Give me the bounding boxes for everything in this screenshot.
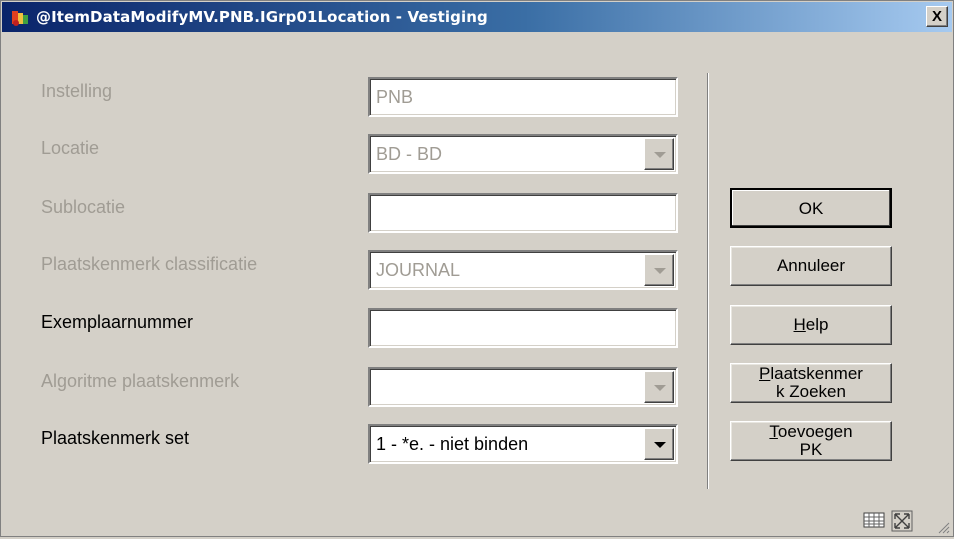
help-mnemonic: H xyxy=(793,315,806,334)
library-app-icon xyxy=(10,8,30,28)
chevron-down-icon[interactable] xyxy=(644,428,674,460)
ok-button[interactable]: OK xyxy=(730,188,892,228)
label-plaatskenmerk-classificatie: Plaatskenmerk classificatie xyxy=(41,254,258,274)
instelling-value: PNB xyxy=(376,87,414,107)
dialog-window: @ItemDataModifyMV.PNB.IGrp01Location - V… xyxy=(0,0,954,537)
plaatskenmerk-set-value: 1 - *e. - niet binden xyxy=(376,434,529,454)
close-button[interactable]: X xyxy=(926,6,948,27)
plaatskenmerk-set-dropdown[interactable]: 1 - *e. - niet binden xyxy=(368,424,678,464)
find-location-mark-button[interactable]: Plaatskenmer k Zoeken xyxy=(730,363,892,403)
add-mnemonic: T xyxy=(769,422,778,441)
find-line1-rest: laatskenmer xyxy=(770,364,863,383)
find-button-line1: Plaatskenmer xyxy=(731,365,891,383)
locatie-value: BD - BD xyxy=(376,144,443,164)
add-line1-rest: oevoegen xyxy=(777,422,853,441)
label-instelling: Instelling xyxy=(41,81,113,101)
keyboard-grid-icon[interactable] xyxy=(863,510,885,530)
help-label-rest: elp xyxy=(805,315,829,334)
label-sublocatie: Sublocatie xyxy=(41,197,126,217)
algoritme-plaatskenmerk-dropdown xyxy=(368,367,678,407)
locatie-dropdown: BD - BD xyxy=(368,134,678,174)
label-locatie: Locatie xyxy=(41,138,100,158)
chevron-down-icon xyxy=(644,371,674,403)
add-pk-button[interactable]: Toevoegen PK xyxy=(730,421,892,461)
sublocatie-field xyxy=(368,193,678,233)
title-bar[interactable]: @ItemDataModifyMV.PNB.IGrp01Location - V… xyxy=(2,2,952,32)
chevron-down-icon xyxy=(644,138,674,170)
plaatskenmerk-classificatie-value: JOURNAL xyxy=(376,260,461,280)
label-plaatskenmerk-set: Plaatskenmerk set xyxy=(41,428,190,448)
find-mnemonic: P xyxy=(759,364,771,383)
find-button-line2: k Zoeken xyxy=(776,382,846,401)
chevron-down-icon xyxy=(644,254,674,286)
exemplaarnummer-field[interactable] xyxy=(368,308,678,348)
label-algoritme-plaatskenmerk: Algoritme plaatskenmerk xyxy=(41,371,240,391)
close-icon: X xyxy=(931,8,942,25)
plaatskenmerk-classificatie-dropdown: JOURNAL xyxy=(368,250,678,290)
help-button[interactable]: Help xyxy=(730,305,892,345)
vertical-separator xyxy=(707,73,709,489)
instelling-field: PNB xyxy=(368,77,678,117)
maximize-resize-icon[interactable] xyxy=(891,510,913,532)
size-grip-icon[interactable] xyxy=(938,521,950,534)
add-button-line2: PK xyxy=(799,440,823,459)
window-title: @ItemDataModifyMV.PNB.IGrp01Location - V… xyxy=(36,8,488,26)
add-button-line1: Toevoegen xyxy=(731,423,891,441)
label-exemplaarnummer: Exemplaarnummer xyxy=(41,312,194,332)
cancel-button[interactable]: Annuleer xyxy=(730,246,892,286)
